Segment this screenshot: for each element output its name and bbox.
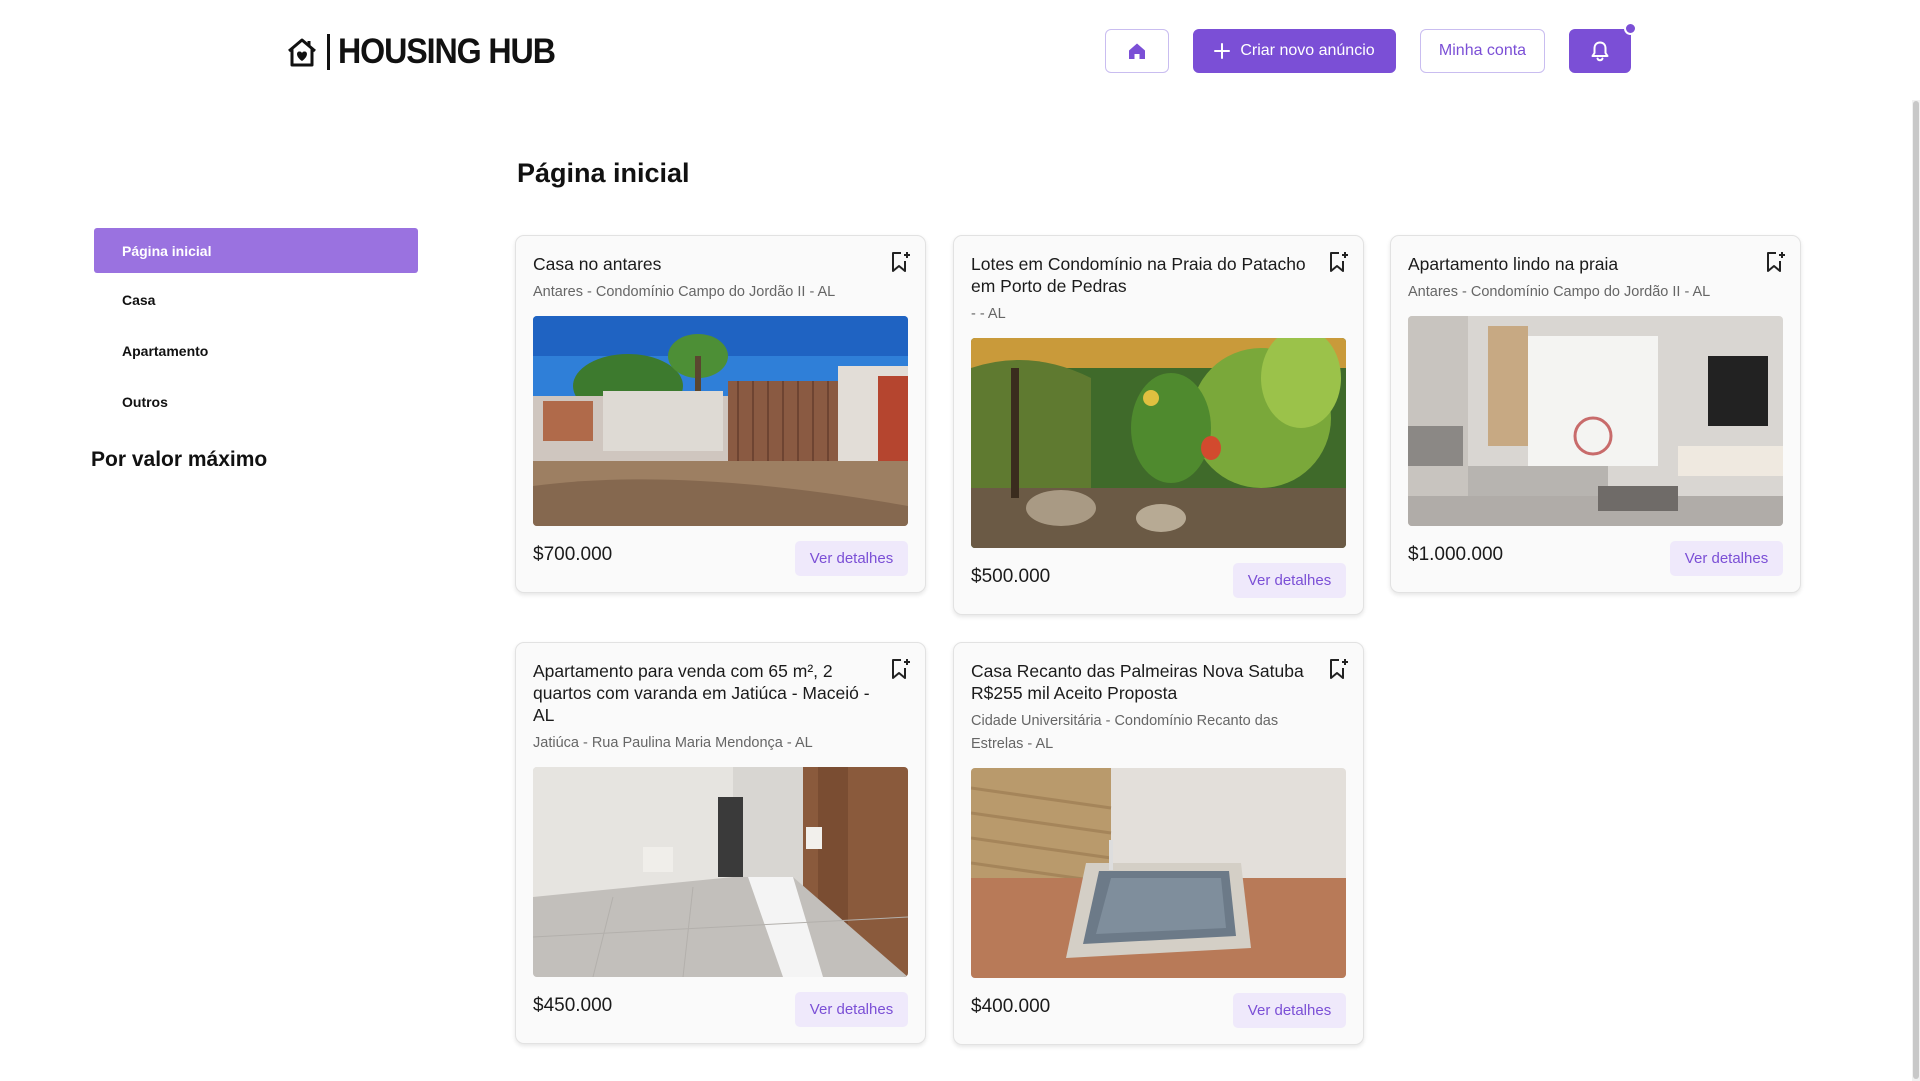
create-listing-button[interactable]: Criar novo anúncio (1193, 29, 1396, 73)
view-details-button[interactable]: Ver detalhes (1233, 993, 1346, 1028)
listing-location: Antares - Condomínio Campo do Jordão II … (1408, 284, 1711, 300)
create-listing-label: Criar novo anúncio (1240, 42, 1375, 59)
street-house-photo (533, 316, 908, 526)
listing-location: Cidade Universitária - Condomínio Recant… (971, 713, 1279, 752)
view-details-button[interactable]: Ver detalhes (1233, 563, 1346, 598)
listing-card[interactable]: Apartamento lindo na praia Antares - Con… (1390, 235, 1801, 593)
sidebar-item-label: Apartamento (122, 342, 209, 359)
home-button[interactable] (1105, 29, 1169, 73)
sidebar-item-casa[interactable]: Casa (94, 277, 418, 322)
listing-card[interactable]: Apartamento para venda com 65 m², 2 quar… (515, 642, 926, 1044)
empty-room-photo (533, 767, 908, 977)
listing-image[interactable] (971, 338, 1346, 548)
listing-card[interactable]: Casa no antares Antares - Condomínio Cam… (515, 235, 926, 593)
listing-title: Casa Recanto das Palmeiras Nova Satuba R… (971, 661, 1304, 703)
listing-image[interactable] (533, 316, 908, 526)
listing-title: Apartamento lindo na praia (1408, 254, 1619, 274)
sidebar-item-label: Página inicial (122, 242, 212, 259)
sidebar-item-apartamento[interactable]: Apartamento (94, 328, 418, 373)
bell-icon (1591, 41, 1609, 62)
view-details-button[interactable]: Ver detalhes (795, 992, 908, 1027)
logo-text: HOUSING HUB (338, 32, 556, 71)
scrollbar-thumb[interactable] (1913, 101, 1919, 1079)
listing-title: Casa no antares (533, 254, 662, 274)
sidebar-item-label: Casa (122, 291, 156, 308)
logo[interactable]: HOUSING HUB (285, 30, 574, 74)
bookmark-add-icon[interactable] (1763, 250, 1787, 274)
garden-veranda-photo (971, 338, 1346, 548)
listing-price: $1.000.000 (1408, 544, 1504, 565)
listing-title: Apartamento para venda com 65 m², 2 quar… (533, 661, 870, 725)
listing-price: $450.000 (533, 995, 613, 1016)
listing-location: Jatiúca - Rua Paulina Maria Mendonça - A… (533, 735, 813, 751)
living-room-photo (1408, 316, 1783, 526)
bookmark-add-icon[interactable] (1326, 250, 1350, 274)
plunge-pool-photo (971, 768, 1346, 978)
listing-title: Lotes em Condomínio na Praia do Patacho … (971, 254, 1306, 296)
max-price-filter-heading: Por valor máximo (91, 448, 268, 471)
view-details-button[interactable]: Ver detalhes (1670, 541, 1783, 576)
listing-card[interactable]: Lotes em Condomínio na Praia do Patacho … (953, 235, 1364, 615)
logo-divider (327, 34, 330, 70)
plus-icon (1214, 43, 1231, 59)
listing-location: - - AL (971, 306, 1006, 322)
bookmark-add-icon[interactable] (1326, 657, 1350, 681)
sidebar-item-home[interactable]: Página inicial (94, 228, 418, 273)
listing-price: $400.000 (971, 996, 1051, 1017)
page-title: Página inicial (517, 158, 690, 188)
home-icon (1129, 43, 1145, 59)
bookmark-add-icon[interactable] (888, 250, 912, 274)
sidebar-item-outros[interactable]: Outros (94, 379, 418, 424)
listing-image[interactable] (533, 767, 908, 977)
listing-image[interactable] (1408, 316, 1783, 526)
listing-card[interactable]: Casa Recanto das Palmeiras Nova Satuba R… (953, 642, 1364, 1045)
listing-price: $700.000 (533, 544, 613, 565)
my-account-label: Minha conta (1438, 42, 1527, 59)
notification-badge (1624, 22, 1637, 35)
view-details-button[interactable]: Ver detalhes (795, 541, 908, 576)
listing-image[interactable] (971, 768, 1346, 978)
my-account-button[interactable]: Minha conta (1420, 29, 1545, 73)
notifications-button[interactable] (1569, 29, 1631, 73)
listing-price: $500.000 (971, 566, 1051, 587)
house-heart-icon (288, 38, 316, 67)
sidebar-item-label: Outros (122, 393, 168, 410)
listing-location: Antares - Condomínio Campo do Jordão II … (533, 284, 836, 300)
bookmark-add-icon[interactable] (888, 657, 912, 681)
